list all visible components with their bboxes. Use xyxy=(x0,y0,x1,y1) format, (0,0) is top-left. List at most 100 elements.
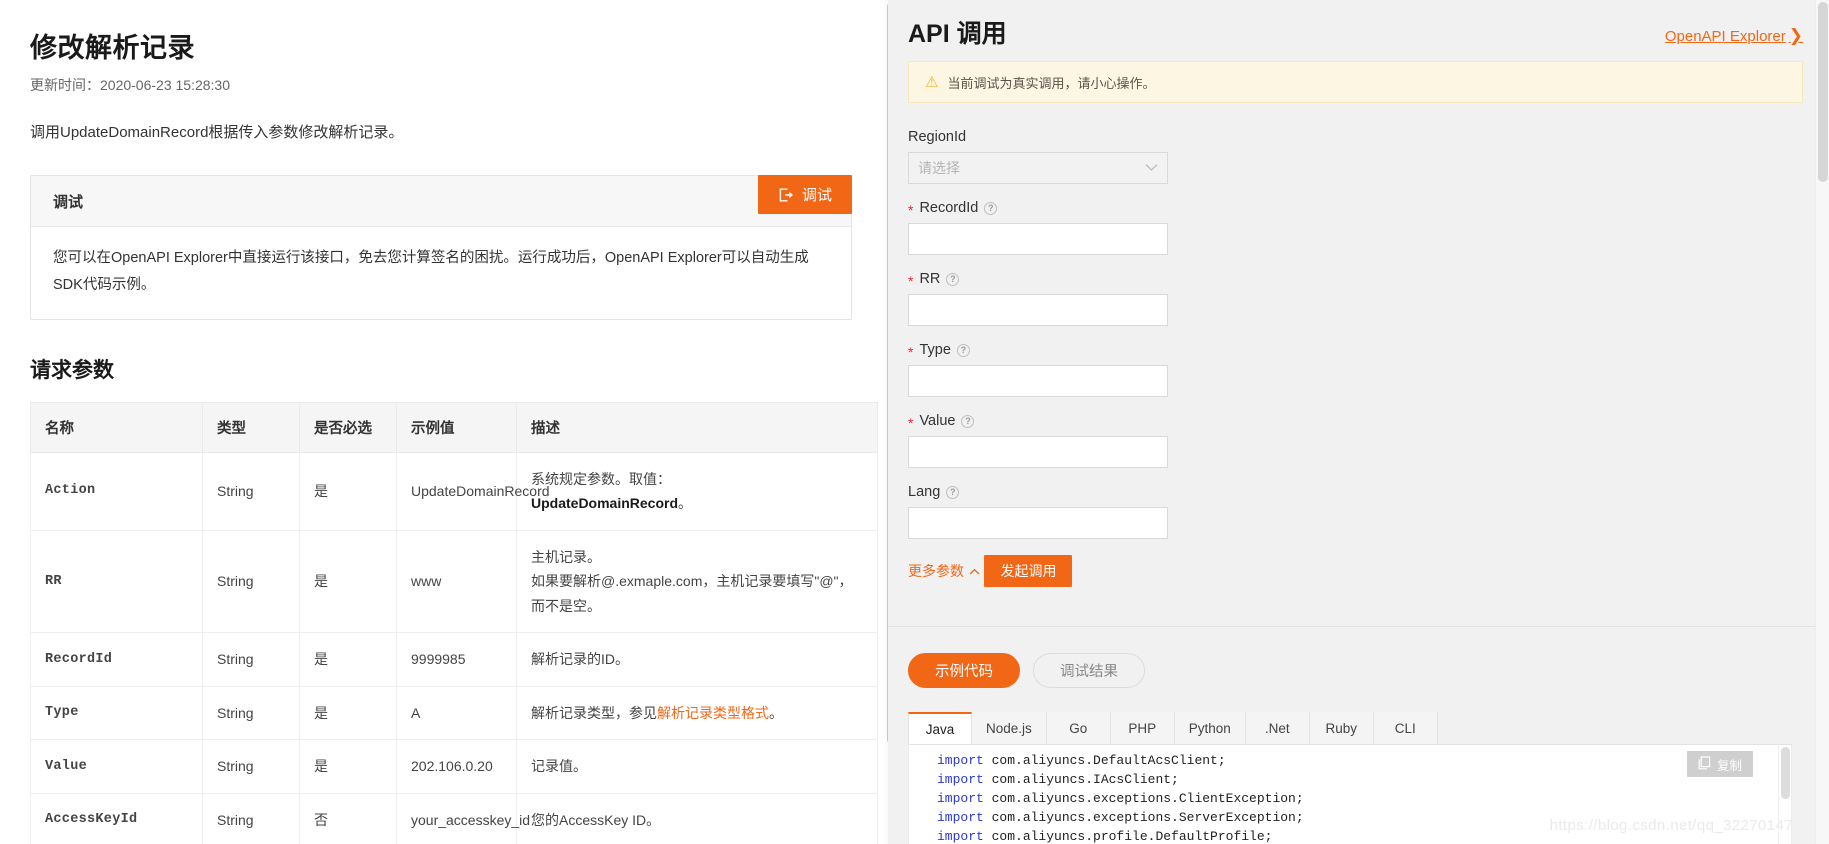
debug-card: 调试 调试 您可以在OpenAPI Explorer中直接运行该接口，免去您计算… xyxy=(30,175,852,320)
lang-input[interactable] xyxy=(908,507,1168,539)
table-row: RR String 是 www 主机记录。 如果要解析@.exmaple.com… xyxy=(30,529,878,634)
param-example: 202.106.0.20 xyxy=(396,739,517,794)
lang-tab-cli[interactable]: CLI xyxy=(1373,712,1438,744)
type-input[interactable] xyxy=(908,365,1168,397)
code-keyword: import xyxy=(937,810,984,825)
param-required: 是 xyxy=(299,632,397,687)
more-params-toggle[interactable]: 更多参数 xyxy=(908,561,980,581)
updated-label: 更新时间： xyxy=(30,77,100,93)
doc-pane-scrollbar-thumb[interactable] xyxy=(887,2,888,744)
col-header-name: 名称 xyxy=(30,401,203,453)
debug-card-title: 调试 xyxy=(53,193,84,211)
chevron-up-icon xyxy=(969,563,980,579)
required-asterisk-icon: * xyxy=(908,273,914,289)
desc-tail: 。 xyxy=(678,495,693,512)
code-block: import com.aliyuncs.DefaultAcsClient; im… xyxy=(909,745,1791,844)
param-example: 9999985 xyxy=(396,632,517,687)
param-required: 是 xyxy=(299,451,397,531)
rr-input[interactable] xyxy=(908,294,1168,326)
record-type-format-link[interactable]: 解析记录类型格式 xyxy=(657,705,769,721)
page-title: 修改解析记录 xyxy=(30,33,195,63)
more-params-label: 更多参数 xyxy=(908,563,964,579)
chevron-right-icon: ❯ xyxy=(1788,26,1803,45)
desc-text: 解析记录类型，参见 xyxy=(531,704,657,721)
field-regionid: RegionId 请选择 xyxy=(908,129,1797,184)
code-sample-area: import com.aliyuncs.DefaultAcsClient; im… xyxy=(908,745,1792,844)
required-asterisk-icon: * xyxy=(908,344,914,360)
lang-tab-nodejs[interactable]: Node.js xyxy=(972,712,1047,744)
col-header-example: 示例值 xyxy=(396,401,517,453)
param-type: String xyxy=(202,529,300,634)
param-desc: 记录值。 xyxy=(516,739,878,794)
field-value: * Value ? xyxy=(908,413,1797,468)
field-regionid-label: RegionId xyxy=(908,129,967,145)
tab-sample-code[interactable]: 示例代码 xyxy=(908,653,1020,688)
help-icon[interactable]: ? xyxy=(961,414,975,428)
external-launch-icon xyxy=(778,187,794,203)
param-example: UpdateDomainRecord xyxy=(396,451,550,531)
lang-tab-java[interactable]: Java xyxy=(908,712,972,744)
col-header-type: 类型 xyxy=(202,401,300,453)
field-rr: * RR ? xyxy=(908,271,1797,326)
code-keyword: import xyxy=(937,753,984,768)
doc-pane-scrollbar[interactable] xyxy=(885,0,888,844)
submit-call-button[interactable]: 发起调用 xyxy=(984,555,1073,587)
help-icon[interactable]: ? xyxy=(946,485,960,499)
updated-time: 更新时间：2020-06-23 15:28:30 xyxy=(30,75,852,95)
field-recordid: * RecordId ? xyxy=(908,200,1797,255)
param-desc: 解析记录的ID。 xyxy=(516,632,878,687)
param-type: String xyxy=(202,739,300,794)
lang-tab-php[interactable]: PHP xyxy=(1110,712,1175,744)
code-scrollbar[interactable] xyxy=(1778,745,1791,844)
table-row: Type String 是 A 解析记录类型，参见解析记录类型格式。 xyxy=(30,685,878,741)
openapi-explorer-label: OpenAPI Explorer xyxy=(1664,27,1786,45)
debug-button[interactable]: 调试 xyxy=(757,175,852,214)
api-header: API 调用 OpenAPI Explorer ❯ xyxy=(888,0,1817,50)
request-params-title: 请求参数 xyxy=(30,358,114,382)
lang-tab-go[interactable]: Go xyxy=(1046,712,1111,744)
copy-button[interactable]: 复制 xyxy=(1686,751,1753,777)
result-tabs: 示例代码 调试结果 xyxy=(888,627,1817,688)
field-lang-label: Lang xyxy=(908,484,941,500)
regionid-select[interactable]: 请选择 xyxy=(908,152,1168,184)
param-desc: 您的AccessKey ID。 xyxy=(516,792,878,844)
field-lang: Lang ? xyxy=(908,484,1797,539)
value-input[interactable] xyxy=(908,436,1168,468)
lang-tab-net[interactable]: .Net xyxy=(1245,712,1310,744)
documentation-pane: 修改解析记录 更新时间：2020-06-23 15:28:30 调用Update… xyxy=(0,0,888,844)
help-icon[interactable]: ? xyxy=(956,343,970,357)
field-recordid-label-row: * RecordId ? xyxy=(908,200,1797,218)
code-text: com.aliyuncs.exceptions.ServerException; xyxy=(983,810,1304,825)
page-scrollbar-thumb[interactable] xyxy=(1818,2,1828,182)
api-description: 调用UpdateDomainRecord根据传入参数修改解析记录。 xyxy=(30,124,404,141)
param-name: Value xyxy=(30,739,203,794)
param-desc: 主机记录。 如果要解析@.exmaple.com，主机记录要填写"@"，而不是空… xyxy=(516,529,878,634)
code-text: com.aliyuncs.IAcsClient; xyxy=(983,772,1179,787)
param-required: 否 xyxy=(299,792,397,844)
desc-line-2: 如果要解析@.exmaple.com，主机记录要填写"@"，而不是空。 xyxy=(531,573,853,614)
warning-triangle-icon: ⚠ xyxy=(925,73,939,91)
regionid-placeholder: 请选择 xyxy=(918,160,960,176)
page-scrollbar[interactable] xyxy=(1815,0,1829,844)
desc-line-1: 主机记录。 xyxy=(531,548,601,565)
field-rr-label: RR xyxy=(919,271,941,287)
code-text: com.aliyuncs.exceptions.ClientException; xyxy=(983,791,1304,806)
field-regionid-label-row: RegionId xyxy=(908,129,1797,145)
help-icon[interactable]: ? xyxy=(984,201,998,215)
lang-tab-python[interactable]: Python xyxy=(1174,712,1246,744)
desc-tail: 。 xyxy=(769,704,783,721)
help-icon[interactable]: ? xyxy=(946,272,960,286)
code-scrollbar-thumb[interactable] xyxy=(1781,747,1790,799)
param-name: Action xyxy=(30,451,203,531)
openapi-explorer-link[interactable]: OpenAPI Explorer ❯ xyxy=(1665,26,1817,50)
param-type: String xyxy=(202,451,300,531)
code-text: com.aliyuncs.profile.DefaultProfile; xyxy=(983,829,1273,844)
lang-tab-ruby[interactable]: Ruby xyxy=(1309,712,1374,744)
recordid-input[interactable] xyxy=(908,223,1168,255)
param-required: 是 xyxy=(299,739,397,794)
required-asterisk-icon: * xyxy=(908,202,914,218)
updated-value: 2020-06-23 15:28:30 xyxy=(100,77,230,93)
api-pane-title: API 调用 xyxy=(908,20,1007,48)
tab-debug-result[interactable]: 调试结果 xyxy=(1033,653,1145,688)
param-example: your_accesskey_id xyxy=(396,792,530,844)
